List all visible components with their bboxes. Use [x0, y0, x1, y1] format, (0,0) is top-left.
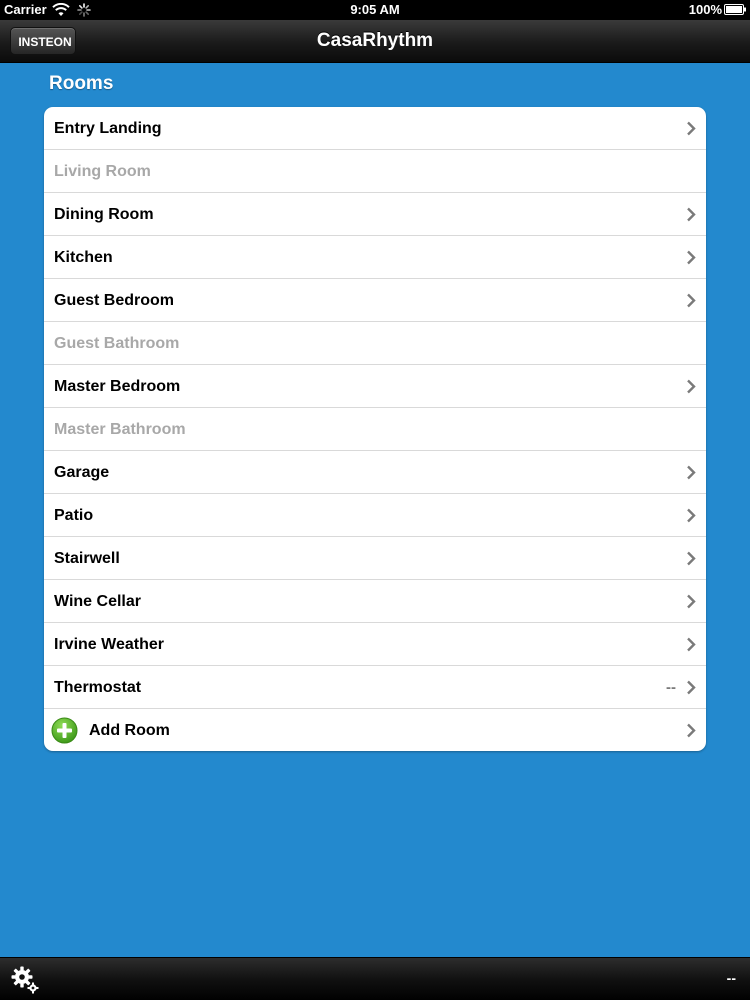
room-row-dining-room[interactable]: Dining Room: [44, 193, 706, 236]
chevron-right-icon: [687, 465, 696, 480]
room-label: Wine Cellar: [54, 593, 141, 610]
room-label: Thermostat: [54, 679, 142, 696]
room-label: Patio: [54, 507, 94, 524]
chevron-right-icon: [687, 379, 696, 394]
room-row-thermostat[interactable]: Thermostat --: [44, 666, 706, 709]
add-room-label: Add Room: [89, 722, 170, 739]
chevron-right-icon: [687, 250, 696, 265]
section-header: Rooms: [49, 73, 114, 94]
room-label: Entry Landing: [54, 120, 162, 137]
room-row-guest-bathroom: Guest Bathroom: [44, 322, 706, 365]
settings-gear-icon[interactable]: [10, 965, 40, 995]
chevron-right-icon: [687, 594, 696, 609]
room-row-wine-cellar[interactable]: Wine Cellar: [44, 580, 706, 623]
room-label: Living Room: [54, 163, 151, 180]
room-row-garage[interactable]: Garage: [44, 451, 706, 494]
room-label: Dining Room: [54, 206, 154, 223]
room-row-entry-landing[interactable]: Entry Landing: [44, 107, 706, 150]
room-row-stairwell[interactable]: Stairwell: [44, 537, 706, 580]
room-row-living-room: Living Room: [44, 150, 706, 193]
room-label: Kitchen: [54, 249, 113, 266]
chevron-right-icon: [687, 207, 696, 222]
back-button[interactable]: INSTEON: [10, 27, 76, 55]
room-row-guest-bedroom[interactable]: Guest Bedroom: [44, 279, 706, 322]
chevron-right-icon: [687, 637, 696, 652]
room-label: Garage: [54, 464, 110, 481]
room-row-master-bedroom[interactable]: Master Bedroom: [44, 365, 706, 408]
chevron-right-icon: [687, 293, 696, 308]
chevron-right-icon: [687, 551, 696, 566]
back-button-label: INSTEON: [18, 35, 72, 49]
room-row-irvine-weather[interactable]: Irvine Weather: [44, 623, 706, 666]
room-row-master-bathroom: Master Bathroom: [44, 408, 706, 451]
room-label: Master Bedroom: [54, 378, 181, 395]
navigation-bar: CasaRhythm INSTEON: [0, 20, 750, 63]
thermostat-value: --: [666, 679, 676, 696]
rooms-table: Entry Landing Living Room Dining Room Ki…: [44, 107, 706, 751]
chevron-right-icon: [687, 121, 696, 136]
room-row-patio[interactable]: Patio: [44, 494, 706, 537]
room-label: Guest Bedroom: [54, 292, 175, 309]
chevron-right-icon: [687, 680, 696, 695]
room-label: Irvine Weather: [54, 636, 164, 653]
room-label: Stairwell: [54, 550, 120, 567]
room-row-kitchen[interactable]: Kitchen: [44, 236, 706, 279]
nav-title: CasaRhythm: [316, 30, 434, 51]
add-room-row[interactable]: Add Room: [44, 709, 706, 751]
room-label: Master Bathroom: [54, 421, 186, 438]
plus-circle-icon: [51, 717, 78, 744]
battery-icon: [724, 4, 746, 15]
status-time: 9:05 AM: [350, 2, 400, 17]
chevron-right-icon: [687, 723, 696, 738]
toolbar-status: --: [726, 970, 736, 986]
status-bar: Carrier 9:05 AM 100%: [0, 0, 750, 20]
bottom-toolbar: --: [0, 957, 750, 1000]
room-label: Guest Bathroom: [54, 335, 180, 352]
chevron-right-icon: [687, 508, 696, 523]
battery-percentage: 100%: [688, 2, 722, 17]
